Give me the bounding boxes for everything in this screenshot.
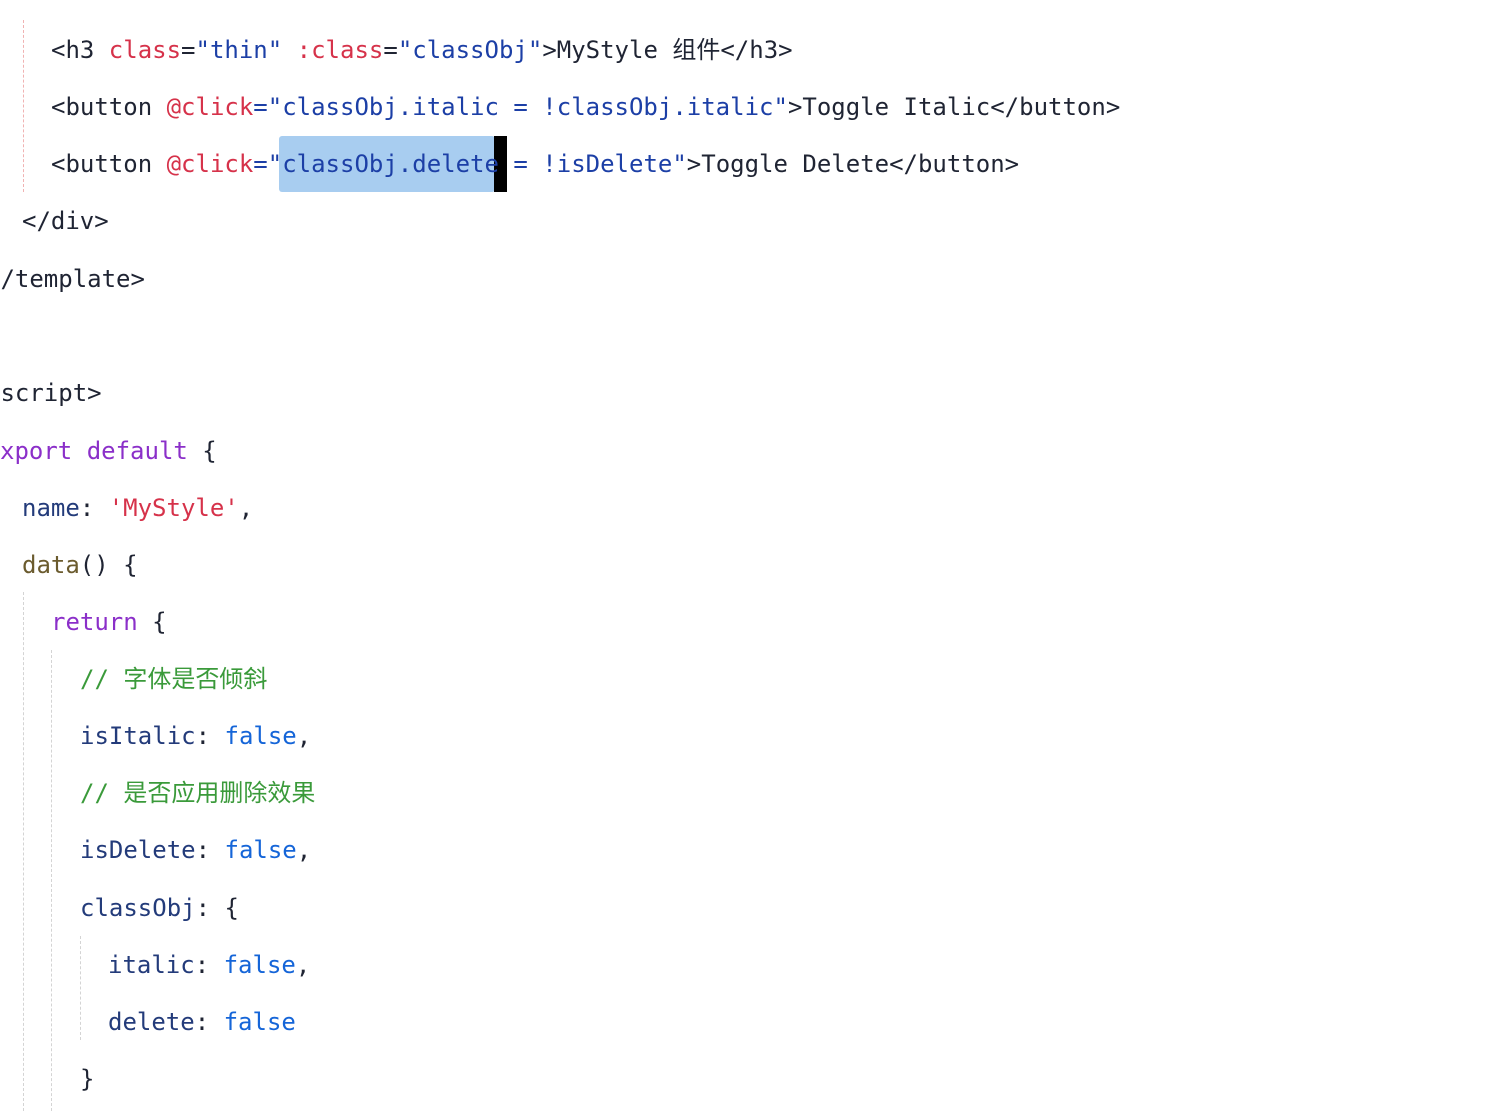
code-token-tag: <button xyxy=(51,150,167,178)
code-token-value: false xyxy=(223,951,296,979)
code-line[interactable]: </div> xyxy=(22,201,109,241)
code-token-attr: :class xyxy=(296,36,384,64)
code-token-text: , xyxy=(238,494,254,522)
code-line[interactable]: isItalic: false, xyxy=(80,716,311,756)
indent-guide xyxy=(80,936,81,1040)
code-token-tag: >Toggle Italic</button> xyxy=(787,93,1121,121)
code-token-text: : { xyxy=(195,894,239,922)
indent-guide xyxy=(23,20,24,192)
code-token-comment: // 字体是否倾斜 xyxy=(80,665,268,693)
code-line[interactable]: <button @click="classObj.delete = !isDel… xyxy=(51,144,1019,184)
code-token-text: } xyxy=(80,1065,95,1093)
code-line[interactable]: return { xyxy=(51,602,167,642)
code-line[interactable]: classObj: { xyxy=(80,888,239,928)
code-token-tag: >MyStyle 组件</h3> xyxy=(542,36,793,64)
code-token-property: classObj xyxy=(80,894,196,922)
code-token-comment: // 是否应用删除效果 xyxy=(80,779,316,807)
code-token-tag: <h3 xyxy=(51,36,109,64)
code-token-text: : xyxy=(79,494,109,522)
code-token-tag: <button xyxy=(51,93,167,121)
code-token-property: italic xyxy=(108,951,195,979)
code-editor[interactable]: <h3 class="thin" :class="classObj">MySty… xyxy=(0,0,1489,1111)
code-line[interactable]: // 是否应用删除效果 xyxy=(80,773,315,813)
code-token-text: , xyxy=(296,722,312,750)
code-token-text: : xyxy=(194,951,224,979)
indent-guide xyxy=(23,592,24,1111)
code-token-string: "thin" xyxy=(195,36,283,64)
code-token-property: delete xyxy=(108,1008,195,1036)
indent-guide xyxy=(51,650,52,1111)
code-token-string: =" xyxy=(253,150,283,178)
code-token-text: : xyxy=(195,836,225,864)
code-token-attr: @click xyxy=(166,150,254,178)
code-line[interactable]: // 字体是否倾斜 xyxy=(80,659,267,699)
code-token-attr: class xyxy=(108,36,182,64)
code-token-attr: @click xyxy=(166,93,254,121)
code-token-keyword: return xyxy=(51,608,138,636)
code-line[interactable]: </template> xyxy=(0,259,145,299)
code-line[interactable]: italic: false, xyxy=(108,945,310,985)
code-token-text: { xyxy=(137,608,167,636)
code-token-text: { xyxy=(187,437,217,465)
code-token-string: =" xyxy=(253,93,283,121)
code-line[interactable]: xport default { xyxy=(0,431,217,471)
code-token-tag: </template> xyxy=(0,265,145,293)
code-line[interactable]: isDelete: false, xyxy=(80,830,311,870)
code-token-value: false xyxy=(224,836,297,864)
code-token-string: = !isDelete xyxy=(498,150,673,178)
code-token-tag: >Toggle Delete</button> xyxy=(686,150,1020,178)
code-token-text: : xyxy=(195,722,225,750)
code-token-text: , xyxy=(296,836,312,864)
code-token-string: classObj.delete xyxy=(282,150,499,178)
code-token-value: false xyxy=(224,722,297,750)
code-token-text: = xyxy=(383,36,398,64)
code-token-func: data xyxy=(22,551,80,579)
code-token-text: = xyxy=(181,36,196,64)
code-token-string: "classObj" xyxy=(397,36,543,64)
code-line[interactable]: <button @click="classObj.italic = !class… xyxy=(51,87,1120,127)
code-token-property: name xyxy=(22,494,80,522)
code-token-property: isDelete xyxy=(80,836,196,864)
code-line[interactable]: data() { xyxy=(22,545,138,585)
code-line[interactable]: name: 'MyStyle', xyxy=(22,488,253,528)
code-token-tag: <script> xyxy=(0,379,102,407)
code-token-string: " xyxy=(773,93,788,121)
code-token-text: () { xyxy=(79,551,138,579)
code-token-keyword: xport xyxy=(0,437,73,465)
code-line[interactable]: } xyxy=(80,1059,94,1099)
code-token-attr: 'MyStyle' xyxy=(108,494,239,522)
code-token-value: false xyxy=(223,1008,296,1036)
code-token-property: isItalic xyxy=(80,722,196,750)
code-line[interactable]: <script> xyxy=(0,373,102,413)
code-token-string: " xyxy=(672,150,687,178)
code-token-text: , xyxy=(295,951,311,979)
code-token-string: classObj.italic = !classObj.italic xyxy=(282,93,774,121)
code-token-keyword: default xyxy=(86,437,188,465)
code-token-text: : xyxy=(194,1008,224,1036)
code-line[interactable]: delete: false xyxy=(108,1002,296,1042)
code-token-tag: </div> xyxy=(22,207,109,235)
code-line[interactable]: <h3 class="thin" :class="classObj">MySty… xyxy=(51,30,793,70)
